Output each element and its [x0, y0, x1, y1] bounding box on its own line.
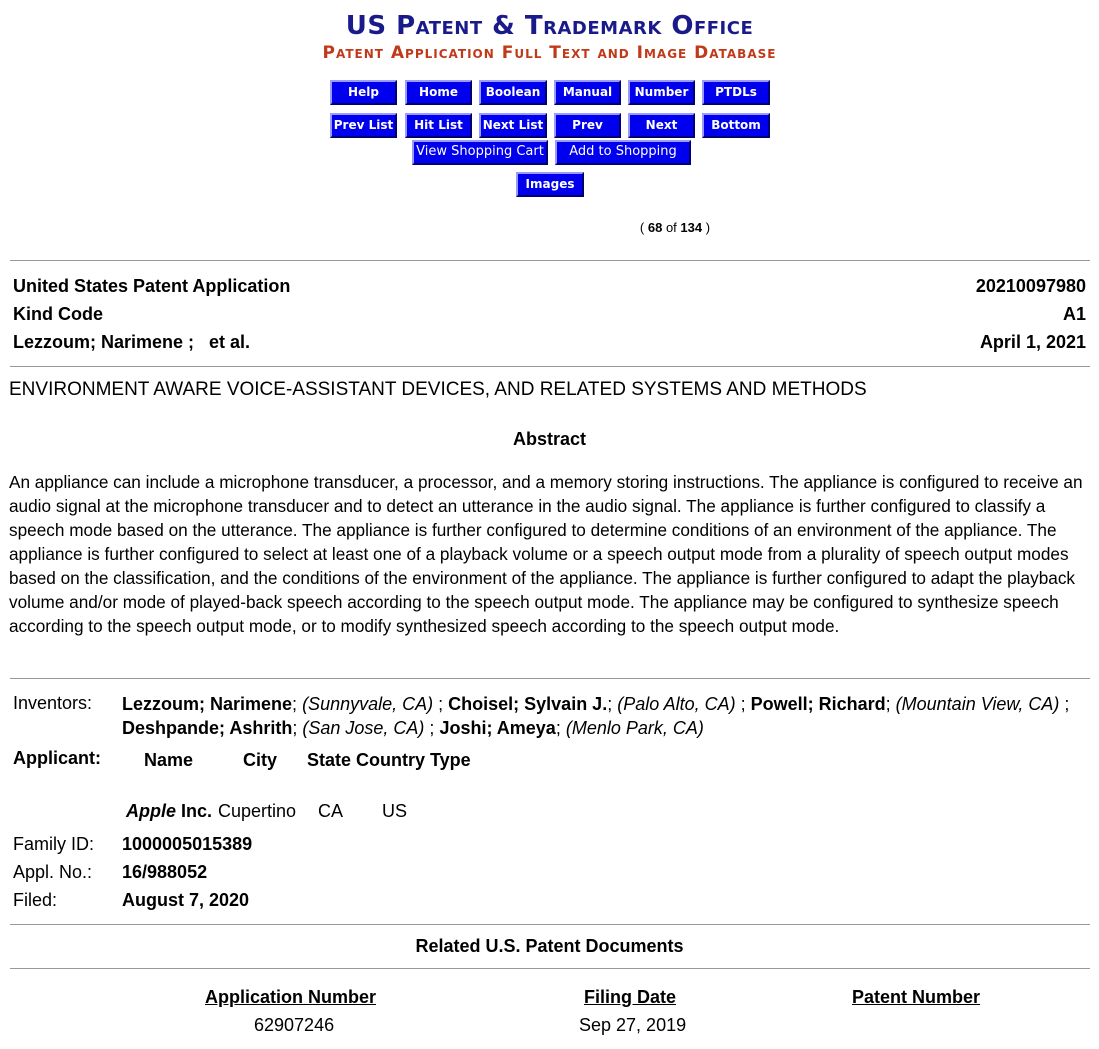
add-to-shopping-cart-button[interactable]: Add to Shopping Cart [555, 140, 691, 179]
related-application-number: 62907246 [254, 1015, 335, 1035]
result-count: ( 68 of 134 ) [600, 220, 750, 235]
appl-no-label: Appl. No.: [13, 862, 93, 882]
inventors-list: Lezzoum; Narimene; (Sunnyvale, CA) ; Cho… [122, 694, 1070, 738]
related-filing-date: Sep 27, 2019 [579, 1015, 687, 1035]
filed-label: Filed: [13, 890, 58, 910]
count-current: 68 [647, 220, 663, 235]
applicant-state: CA [318, 801, 344, 821]
family-id-label: Family ID: [13, 834, 94, 854]
divider [10, 968, 1090, 969]
view-shopping-cart-button[interactable]: View Shopping Cart [412, 140, 548, 165]
database-subtitle: Patent Application Full Text and Image D… [322, 43, 777, 63]
inventors-label: Inventors: [13, 693, 93, 713]
family-id-value: 1000005015389 [122, 834, 253, 854]
kind-code-value: A1 [1062, 304, 1086, 324]
inventor-location: (Palo Alto, CA) [617, 694, 736, 714]
prev-button[interactable]: Prev [554, 113, 621, 138]
office-title: US Patent & Trademark Office [345, 11, 754, 41]
abstract-heading: Abstract [512, 429, 587, 449]
applicant-name-italic: Apple [126, 801, 177, 821]
home-button[interactable]: Home [405, 80, 472, 105]
inventor-location: (Menlo Park, CA) [565, 718, 704, 738]
number-button[interactable]: Number [628, 80, 695, 105]
applicant-city-header: City [243, 750, 278, 770]
applicant-name-header: Name [144, 750, 194, 770]
count-of: of [665, 220, 677, 235]
count-total: 134 [680, 220, 703, 235]
patent-title: ENVIRONMENT AWARE VOICE-ASSISTANT DEVICE… [9, 379, 867, 400]
count-close: ) [705, 220, 711, 235]
applicant-label: Applicant: [13, 748, 101, 768]
divider [10, 366, 1090, 367]
manual-button[interactable]: Manual [554, 80, 621, 105]
doc-number: 20210097980 [975, 276, 1086, 296]
next-list-button[interactable]: Next List [479, 113, 547, 138]
inventor-name: Lezzoum; Narimene [122, 694, 293, 714]
applicant-city: Cupertino [218, 801, 297, 821]
filed-value: August 7, 2020 [122, 890, 250, 910]
related-docs-heading: Related U.S. Patent Documents [415, 936, 684, 956]
applicant-country: US [382, 801, 408, 821]
application-number-header: Application Number [205, 987, 377, 1007]
inventor-location: (Sunnyvale, CA) [302, 694, 434, 714]
divider [10, 260, 1090, 261]
inventor-name: Joshi; Ameya [439, 718, 556, 738]
divider [10, 924, 1090, 925]
applicant-state-header: State Country Type [307, 750, 471, 770]
doc-date: April 1, 2021 [979, 332, 1086, 352]
applicant-name: Apple Inc. [126, 801, 212, 822]
inventor-name: Powell; Richard [750, 694, 886, 714]
help-button[interactable]: Help [330, 80, 397, 105]
appl-no-value: 16/988052 [122, 862, 208, 882]
filing-date-header: Filing Date [584, 987, 677, 1007]
next-button[interactable]: Next [628, 113, 695, 138]
ptdls-button[interactable]: PTDLs [702, 80, 770, 105]
count-open: ( [639, 220, 645, 235]
applicant-name-rest: Inc. [181, 801, 213, 821]
inventor-location: (Mountain View, CA) [895, 694, 1060, 714]
hit-list-button[interactable]: Hit List [405, 113, 472, 138]
divider [10, 678, 1090, 679]
images-button[interactable]: Images [516, 172, 584, 197]
inventor-location: (San Jose, CA) [302, 718, 425, 738]
boolean-button[interactable]: Boolean [479, 80, 547, 105]
doc-authors: Lezzoum; Narimene ; et al. [13, 332, 251, 352]
abstract-text: An appliance can include a microphone tr… [9, 472, 1083, 636]
page-header: US Patent & Trademark Office Patent Appl… [0, 10, 1099, 64]
inventor-name: Deshpande; Ashrith [122, 718, 293, 738]
patent-number-header: Patent Number [852, 987, 981, 1007]
doc-type-label: United States Patent Application [13, 276, 291, 296]
prev-list-button[interactable]: Prev List [330, 113, 397, 138]
bottom-button[interactable]: Bottom [702, 113, 770, 138]
inventor-name: Choisel; Sylvain J. [448, 694, 608, 714]
kind-code-label: Kind Code [13, 304, 103, 324]
